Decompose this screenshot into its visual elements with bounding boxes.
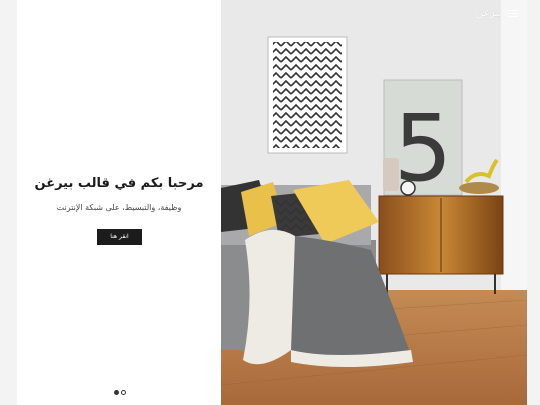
hero-photo: 5 [221,0,527,405]
slider-dot-1[interactable] [114,390,119,395]
brand-logo[interactable]: بيرغن [475,6,502,19]
hamburger-menu-icon[interactable] [508,10,518,18]
hero-title: مرحبا بكم في قالب بيرغن [34,176,204,191]
cta-button[interactable]: انقر هنا [97,229,142,245]
page-gutter-right [527,0,540,405]
slider-dot-2[interactable] [121,390,126,395]
hero-panel: مرحبا بكم في قالب بيرغن وظيفة، والتبسيط،… [17,0,221,405]
bedroom-scene-image: 5 [221,0,527,405]
slider-dots [114,390,126,395]
page-gutter-left [0,0,17,405]
hero-subtitle: وظيفة، والتبسيط، على شبكة الإنترنت [56,203,182,212]
